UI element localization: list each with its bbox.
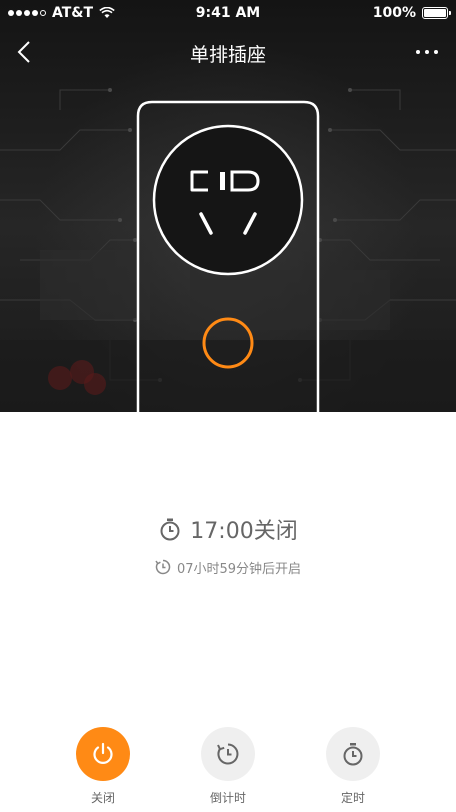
timer-main-text: 17:00关闭 [190, 519, 298, 544]
device-hero: AT&T 9:41 AM 100% 单排插座 [0, 0, 456, 412]
countdown-button-circle[interactable] [201, 727, 255, 781]
power-icon [93, 742, 113, 764]
power-button-circle[interactable] [76, 727, 130, 781]
countdown-icon [155, 559, 171, 575]
battery-fill [424, 9, 446, 17]
more-button[interactable] [412, 40, 442, 64]
status-right: 100% [372, 5, 451, 21]
stopwatch-icon [160, 518, 180, 541]
battery-percent: 100% [372, 5, 416, 21]
countdown-button[interactable]: 倒计时 [183, 722, 273, 806]
more-dots-icon [416, 50, 420, 54]
schedule-label: 定时 [340, 791, 365, 805]
action-bar: 关闭 倒计时 定时 [0, 722, 456, 812]
schedule-button[interactable]: 定时 [308, 722, 398, 806]
page-title: 单排插座 [189, 44, 266, 66]
status-bar: AT&T 9:41 AM 100% [0, 0, 456, 28]
countdown-timer-icon [217, 743, 239, 765]
nav-bar: 单排插座 [0, 28, 456, 76]
timer-status: 17:00关闭 [0, 512, 456, 546]
power-button[interactable]: 关闭 [58, 722, 148, 806]
timer-substatus: 07小时59分钟后开启 [0, 556, 456, 578]
schedule-button-circle[interactable] [326, 727, 380, 781]
stopwatch-icon [343, 743, 363, 766]
timer-sub-text: 07小时59分钟后开启 [176, 561, 302, 577]
power-label: 关闭 [90, 791, 115, 805]
countdown-label: 倒计时 [209, 791, 246, 805]
battery-icon [422, 7, 451, 19]
